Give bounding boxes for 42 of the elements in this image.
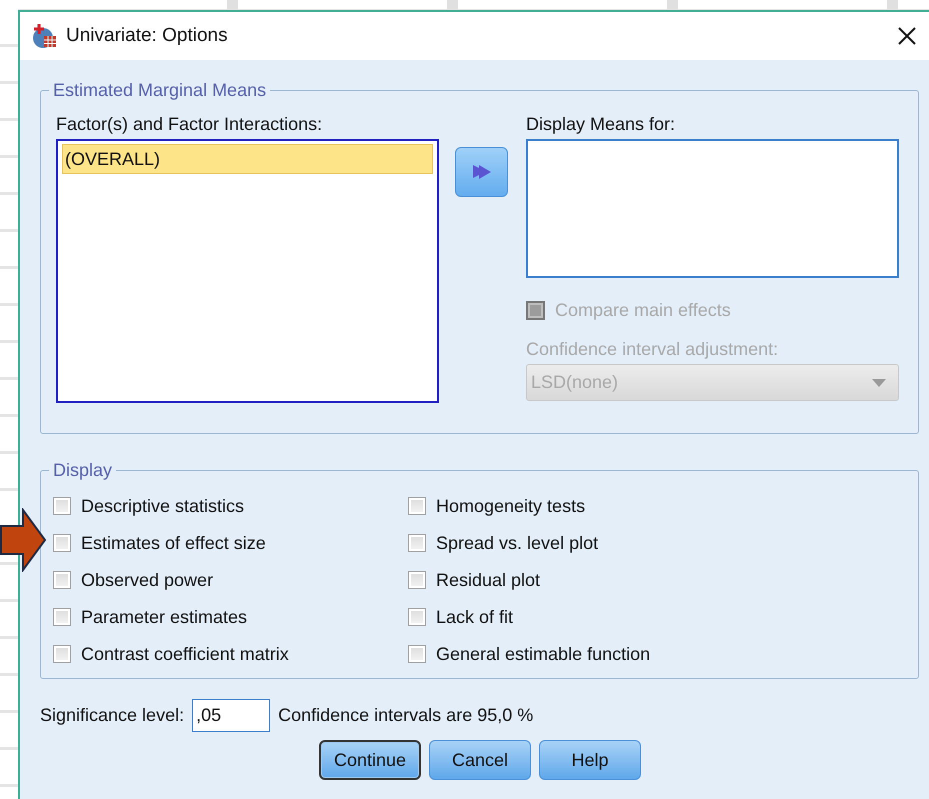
factor-list[interactable]: (OVERALL) [56,139,439,403]
group-title: Display [52,460,114,481]
checkbox[interactable] [53,497,71,515]
checkbox[interactable] [408,645,426,663]
list-label: Factor(s) and Factor Interactions: [56,113,324,136]
checkbox[interactable] [53,608,71,626]
right-arrow-icon [470,162,492,182]
checkbox-label: Observed power [81,570,214,590]
checkbox-label: Contrast coefficient matrix [81,644,289,664]
move-button[interactable] [455,147,508,197]
checkbox[interactable] [53,645,71,663]
checkbox-label: Spread vs. level plot [436,532,598,554]
list-item[interactable]: (OVERALL) [62,144,433,174]
pointer-arrow [0,508,47,572]
dialog-button[interactable]: Continue [319,740,421,780]
checkbox[interactable] [53,571,71,589]
checkbox[interactable] [53,534,71,552]
dropdown-label: Confidence interval adjustment: [526,338,780,361]
checkbox-label: Descriptive statistics [81,496,244,516]
checkbox-label: Compare main effects [555,300,731,320]
dialog-button[interactable]: Cancel [429,740,531,780]
list-label: Display Means for: [526,113,676,136]
significance-field[interactable]: ,05 [192,699,270,732]
checkbox-label: Lack of fit [436,606,514,628]
checkbox[interactable] [408,571,426,589]
checkbox[interactable] [408,534,426,552]
checkbox[interactable] [408,497,426,515]
close-icon[interactable] [897,26,917,46]
dropdown-caret-icon [872,378,886,386]
group-title: Estimated Marginal Means [52,80,268,101]
checkbox-label: General estimable function [436,644,650,664]
confidence-note: Confidence intervals are 95,0 % [278,705,534,726]
checkbox-label: Residual plot [436,570,540,590]
window-title: Univariate: Options [66,25,229,47]
field-label: Significance level: [40,705,184,726]
checkbox[interactable] [408,608,426,626]
checkbox-label: Estimates of effect size [81,532,266,554]
display-means-list[interactable] [526,139,899,278]
app-icon [32,23,58,49]
checkbox-label: Homogeneity tests [436,496,586,516]
checkbox-label: Parameter estimates [81,606,248,628]
dialog-button[interactable]: Help [539,740,641,780]
